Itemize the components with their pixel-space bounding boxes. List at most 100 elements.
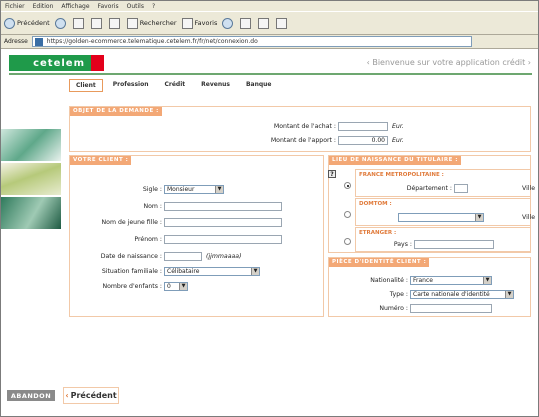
menu-fichier[interactable]: Fichier — [5, 3, 25, 10]
achat-label: Montant de l'achat : — [273, 123, 336, 130]
chevron-down-icon: ▼ — [215, 186, 223, 193]
objet-section: OBJET DE LA DEMANDE : Montant de l'achat… — [69, 106, 531, 152]
metro-title: FRANCE METROPOLITAINE : — [359, 172, 444, 178]
menu-edition[interactable]: Edition — [33, 3, 54, 10]
domtom-select[interactable]: ▼ — [398, 213, 484, 222]
history-icon — [222, 17, 234, 29]
header-divider — [9, 73, 532, 75]
naissance-title: LIEU DE NAISSANCE DU TITULAIRE : — [329, 156, 461, 165]
print-icon — [258, 17, 270, 29]
objet-title: OBJET DE LA DEMANDE : — [70, 107, 162, 116]
ville-label: Ville — [522, 185, 536, 192]
back-arrow-icon — [4, 17, 15, 29]
radio-domtom[interactable] — [344, 211, 351, 218]
domtom-box: DOMTOM : ▼ Ville — [355, 198, 535, 226]
search-icon — [126, 17, 138, 29]
nom-input[interactable] — [164, 202, 282, 211]
identite-section: PIÈCE D'IDENTITÉ CLIENT : Nationalité : … — [328, 257, 531, 317]
help-icon[interactable]: ? — [328, 170, 336, 178]
stop-icon — [72, 17, 84, 29]
chevron-down-icon: ▼ — [475, 214, 483, 221]
etranger-title: ETRANGER : — [359, 230, 397, 236]
address-input[interactable]: https://golden-ecommerce.telematique.cet… — [31, 36, 472, 47]
tab-profession[interactable]: Profession — [107, 79, 155, 92]
menu-outils[interactable]: Outils — [127, 3, 144, 10]
refresh-button[interactable] — [90, 17, 104, 29]
menu-bar: Fichier Edition Affichage Favoris Outils… — [1, 1, 538, 11]
page-icon — [34, 37, 43, 46]
decorative-image — [1, 129, 61, 161]
jeune-fille-input[interactable] — [164, 218, 282, 227]
naissance-hint: (jjmmaaaa) — [206, 253, 242, 260]
nationalite-label: Nationalité : — [370, 277, 408, 284]
type-select[interactable]: Carte nationale d'identité ▼ — [410, 290, 514, 299]
stop-button[interactable] — [72, 17, 86, 29]
sigle-label: Sigle : — [142, 186, 162, 193]
home-icon — [108, 17, 120, 29]
search-button[interactable]: Rechercher — [126, 17, 177, 29]
refresh-icon — [90, 17, 102, 29]
nationalite-select[interactable]: France ▼ — [410, 276, 492, 285]
welcome-text: ‹ Bienvenue sur votre application crédit… — [366, 58, 531, 67]
chevron-down-icon: ▼ — [483, 277, 491, 284]
situation-label: Situation familiale : — [101, 268, 162, 275]
decorative-photo-band — [1, 129, 61, 229]
naissance-section: LIEU DE NAISSANCE DU TITULAIRE : FRANCE … — [328, 155, 535, 253]
etranger-box: ETRANGER : Pays : — [355, 227, 531, 252]
forward-button[interactable] — [54, 17, 68, 29]
toolbar: Précédent Rechercher Favoris — [1, 11, 538, 35]
apport-unit: Eur. — [392, 137, 404, 144]
page-content: cetelem ‹ Bienvenue sur votre applicatio… — [1, 49, 538, 410]
chevron-down-icon: ▼ — [251, 268, 259, 275]
sigle-select[interactable]: Monsieur ▼ — [164, 185, 224, 194]
address-bar: Adresse https://golden-ecommerce.telemat… — [1, 35, 538, 49]
mail-button[interactable] — [240, 17, 253, 29]
menu-help[interactable]: ? — [152, 3, 155, 10]
naissance-input[interactable] — [164, 252, 202, 261]
prenom-input[interactable] — [164, 235, 282, 244]
tab-bar: Client Profession Crédit Revenus Banque — [69, 79, 281, 92]
numero-input[interactable] — [410, 304, 492, 313]
favorites-button[interactable]: Favoris — [181, 17, 217, 29]
radio-metro[interactable] — [344, 182, 351, 189]
type-label: Type : — [389, 291, 408, 298]
chevron-left-icon: ‹ — [65, 391, 69, 400]
edit-icon — [276, 17, 288, 29]
client-title: VOTRE CLIENT : — [70, 156, 132, 165]
chevron-down-icon: ▼ — [505, 291, 513, 298]
domtom-title: DOMTOM : — [359, 201, 392, 207]
mail-icon — [240, 17, 252, 29]
apport-label: Montant de l'apport : — [270, 137, 336, 144]
address-label: Adresse — [4, 38, 28, 45]
tab-credit[interactable]: Crédit — [159, 79, 192, 92]
naissance-label: Date de naissance : — [100, 253, 162, 260]
metro-box: FRANCE METROPOLITAINE : Département : Vi… — [355, 169, 535, 197]
achat-unit: Eur. — [392, 123, 404, 130]
dept-label: Département : — [406, 185, 452, 192]
situation-select[interactable]: Célibataire ▼ — [164, 267, 260, 276]
history-button[interactable] — [222, 17, 235, 29]
tab-client[interactable]: Client — [69, 79, 103, 92]
ville2-label: Ville — [522, 214, 536, 221]
achat-input[interactable] — [338, 122, 388, 131]
tab-banque[interactable]: Banque — [240, 79, 278, 92]
home-button[interactable] — [108, 17, 122, 29]
menu-affichage[interactable]: Affichage — [61, 3, 89, 10]
tab-revenus[interactable]: Revenus — [195, 79, 236, 92]
edit-button[interactable] — [276, 17, 289, 29]
apport-input[interactable]: 0.00 — [338, 136, 388, 145]
print-button[interactable] — [258, 17, 271, 29]
jeune-fille-label: Nom de jeune fille : — [101, 219, 162, 226]
enfants-select[interactable]: 0 ▼ — [164, 282, 188, 291]
pays-input[interactable] — [414, 240, 494, 249]
back-button[interactable]: Précédent — [4, 17, 50, 29]
radio-etranger[interactable] — [344, 238, 351, 245]
cetelem-logo: cetelem — [9, 55, 91, 71]
numero-label: Numéro : — [379, 305, 408, 312]
decorative-image — [1, 163, 61, 195]
dept-input[interactable] — [454, 184, 468, 193]
previous-button[interactable]: ‹ Précédent — [63, 387, 119, 404]
menu-favoris[interactable]: Favoris — [98, 3, 119, 10]
abandon-button[interactable]: ABANDON — [7, 390, 55, 401]
forward-arrow-icon — [54, 17, 66, 29]
